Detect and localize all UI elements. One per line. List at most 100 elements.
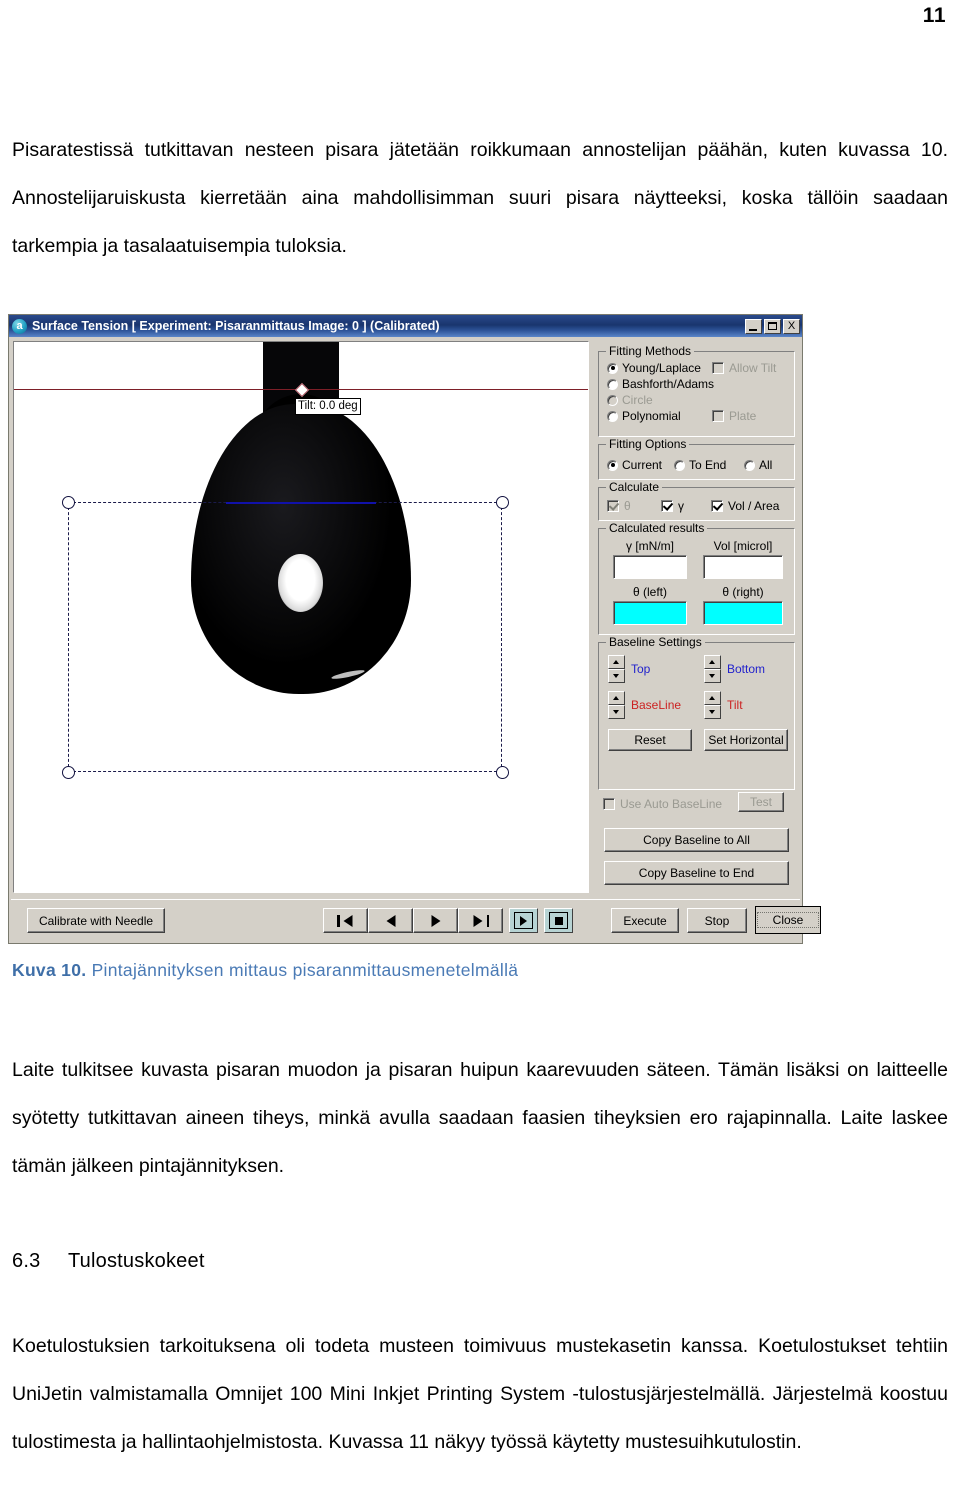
spinner-up-icon[interactable] <box>704 691 721 705</box>
spinner-top[interactable] <box>608 655 625 683</box>
checkbox-box-icon <box>603 798 615 810</box>
theta-left-label: θ (left) <box>632 585 667 599</box>
stop-square-icon <box>549 912 568 929</box>
spinner-baseline[interactable] <box>608 691 625 719</box>
radio-dot-icon <box>744 459 755 471</box>
spinner-down-icon[interactable] <box>704 705 721 719</box>
title-bar: a Surface Tension [ Experiment: Pisaranm… <box>9 315 802 337</box>
calculate-group: Calculate θ γ Vol / Area <box>598 480 795 521</box>
close-button[interactable]: Close <box>755 906 821 934</box>
gamma-field[interactable] <box>613 555 687 579</box>
checkbox-vol-area[interactable]: Vol / Area <box>711 499 779 513</box>
close-icon[interactable]: X <box>783 318 800 334</box>
roi-handle-bottom-left[interactable] <box>62 766 75 779</box>
execute-button[interactable]: Execute <box>611 908 679 933</box>
checkbox-box-icon <box>661 500 673 512</box>
test-button: Test <box>738 792 784 812</box>
top-boundary-line[interactable] <box>226 502 376 504</box>
section-number: 6.3 <box>12 1250 41 1272</box>
figure-caption: Kuva 10. Pintajännityksen mittaus pisara… <box>12 960 518 981</box>
checkbox-label: Use Auto BaseLine <box>620 797 723 811</box>
label-tilt: Tilt <box>727 698 743 712</box>
roi-handle-bottom-right[interactable] <box>496 766 509 779</box>
checkbox-theta: θ <box>607 499 631 513</box>
roi-handle-top-left[interactable] <box>62 496 75 509</box>
spinner-up-icon[interactable] <box>704 655 721 669</box>
previous-image-button[interactable] <box>368 908 413 933</box>
checkbox-plate: Plate <box>712 409 756 423</box>
spinner-down-icon[interactable] <box>608 669 625 683</box>
play-icon <box>514 912 533 929</box>
page-number: 11 <box>922 4 946 27</box>
next-image-button[interactable] <box>413 908 458 933</box>
fitting-options-title: Fitting Options <box>606 437 690 451</box>
theta-left-field[interactable] <box>613 601 687 625</box>
set-horizontal-button[interactable]: Set Horizontal <box>704 729 788 751</box>
play-back-icon <box>343 914 353 927</box>
checkbox-label: θ <box>624 499 631 513</box>
spinner-tilt[interactable] <box>704 691 721 719</box>
drop-image-canvas[interactable]: Tilt: 0.0 deg <box>13 341 589 893</box>
roi-handle-top-right[interactable] <box>496 496 509 509</box>
checkbox-label: Plate <box>729 409 757 423</box>
volume-label: Vol [microl] <box>713 539 773 553</box>
spinner-up-icon[interactable] <box>608 691 625 705</box>
radio-label: Polynomial <box>622 409 681 423</box>
radio-current[interactable]: Current <box>607 458 662 472</box>
radio-label: To End <box>689 458 727 472</box>
reset-button[interactable]: Reset <box>608 729 692 751</box>
calibrate-with-needle-button[interactable]: Calibrate with Needle <box>27 908 165 933</box>
stop-button[interactable]: Stop <box>687 908 747 933</box>
baseline-settings-group: Baseline Settings Top Bottom BaseLine Ti… <box>598 635 795 790</box>
radio-label: All <box>759 458 773 472</box>
minimize-button[interactable] <box>745 318 762 334</box>
radio-bashforth-adams[interactable]: Bashforth/Adams <box>607 377 714 391</box>
radio-dot-icon <box>607 410 618 422</box>
radio-all[interactable]: All <box>744 458 772 472</box>
radio-dot-icon <box>607 378 618 390</box>
app-icon: a <box>12 318 27 334</box>
spinner-down-icon[interactable] <box>704 669 721 683</box>
theta-right-field[interactable] <box>703 601 783 625</box>
play-forward-icon <box>431 914 440 927</box>
baseline-settings-title: Baseline Settings <box>606 635 705 649</box>
surface-tension-app-window: a Surface Tension [ Experiment: Pisaranm… <box>8 314 821 944</box>
region-of-interest-box[interactable] <box>68 502 502 772</box>
window-controls: X <box>745 318 800 334</box>
control-panel: Fitting Methods Young/Laplace Bashforth/… <box>595 341 798 893</box>
calculated-results-title: Calculated results <box>606 521 708 535</box>
gamma-label: γ [mN/m] <box>626 539 674 553</box>
spinner-down-icon[interactable] <box>608 705 625 719</box>
skip-forward-icon <box>486 914 489 927</box>
copy-baseline-to-all-button[interactable]: Copy Baseline to All <box>604 828 789 852</box>
copy-baseline-to-end-button[interactable]: Copy Baseline to End <box>604 861 789 885</box>
last-image-button[interactable] <box>458 908 503 933</box>
radio-polynomial[interactable]: Polynomial <box>607 409 681 423</box>
window-client-area: Tilt: 0.0 deg Fitting Methods Young/Lapl… <box>9 337 821 943</box>
calculated-results-group: Calculated results γ [mN/m] Vol [microl]… <box>598 521 795 635</box>
calculate-title: Calculate <box>606 480 663 494</box>
checkbox-use-auto-baseline: Use Auto BaseLine <box>603 797 722 811</box>
radio-label: Bashforth/Adams <box>622 377 715 391</box>
radio-to-end[interactable]: To End <box>674 458 726 472</box>
play-button[interactable] <box>509 908 538 933</box>
figure-caption-text: Pintajännityksen mittaus pisaranmittausm… <box>91 960 519 980</box>
checkbox-label: Allow Tilt <box>729 361 777 375</box>
radio-label: Current <box>622 458 663 472</box>
checkbox-gamma[interactable]: γ <box>661 499 684 513</box>
spinner-up-icon[interactable] <box>608 655 625 669</box>
volume-field[interactable] <box>703 555 783 579</box>
tilt-readout: Tilt: 0.0 deg <box>295 398 361 415</box>
theta-right-label: θ (right) <box>722 585 764 599</box>
spinner-bottom[interactable] <box>704 655 721 683</box>
checkbox-box-icon <box>607 500 619 512</box>
radio-young-laplace[interactable]: Young/Laplace <box>607 361 701 375</box>
radio-dot-icon <box>607 394 618 406</box>
stop-playback-button[interactable] <box>544 908 573 933</box>
radio-dot-icon <box>607 362 618 374</box>
checkbox-allow-tilt: Allow Tilt <box>712 361 776 375</box>
checkbox-box-icon <box>712 362 724 374</box>
first-image-button[interactable] <box>323 908 368 933</box>
paragraph-intro: Pisaratestissä tutkittavan nesteen pisar… <box>12 139 948 257</box>
maximize-button[interactable] <box>764 318 781 334</box>
